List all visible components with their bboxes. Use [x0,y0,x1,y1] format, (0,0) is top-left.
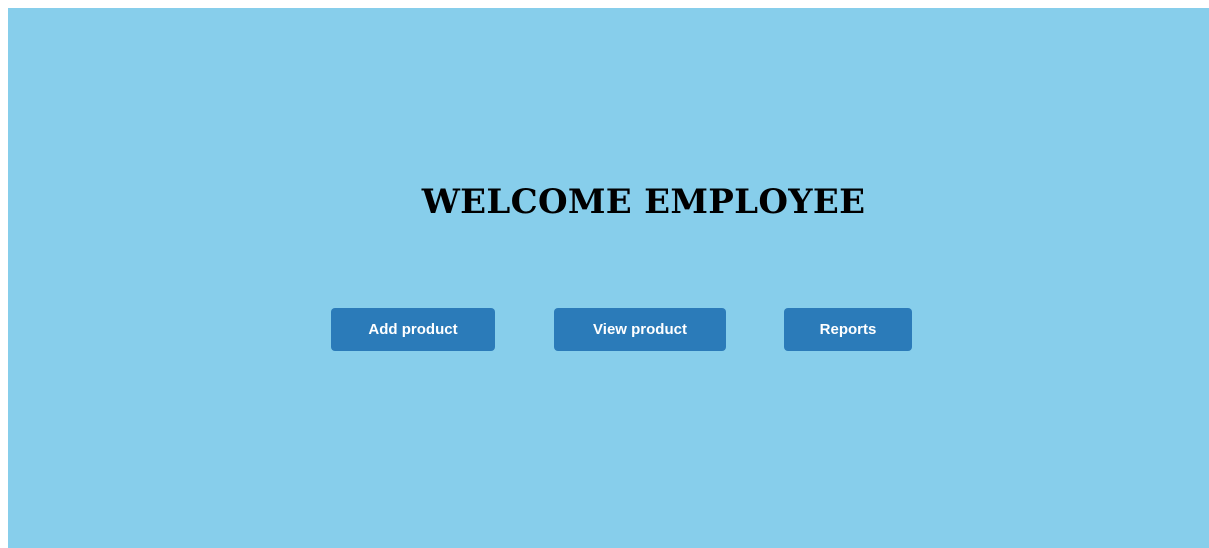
page-title: WELCOME EMPLOYEE [421,182,866,222]
reports-button[interactable]: Reports [784,308,912,351]
main-panel: WELCOME EMPLOYEE Add product View produc… [8,8,1209,548]
view-product-button[interactable]: View product [554,308,726,351]
add-product-button[interactable]: Add product [331,308,495,351]
